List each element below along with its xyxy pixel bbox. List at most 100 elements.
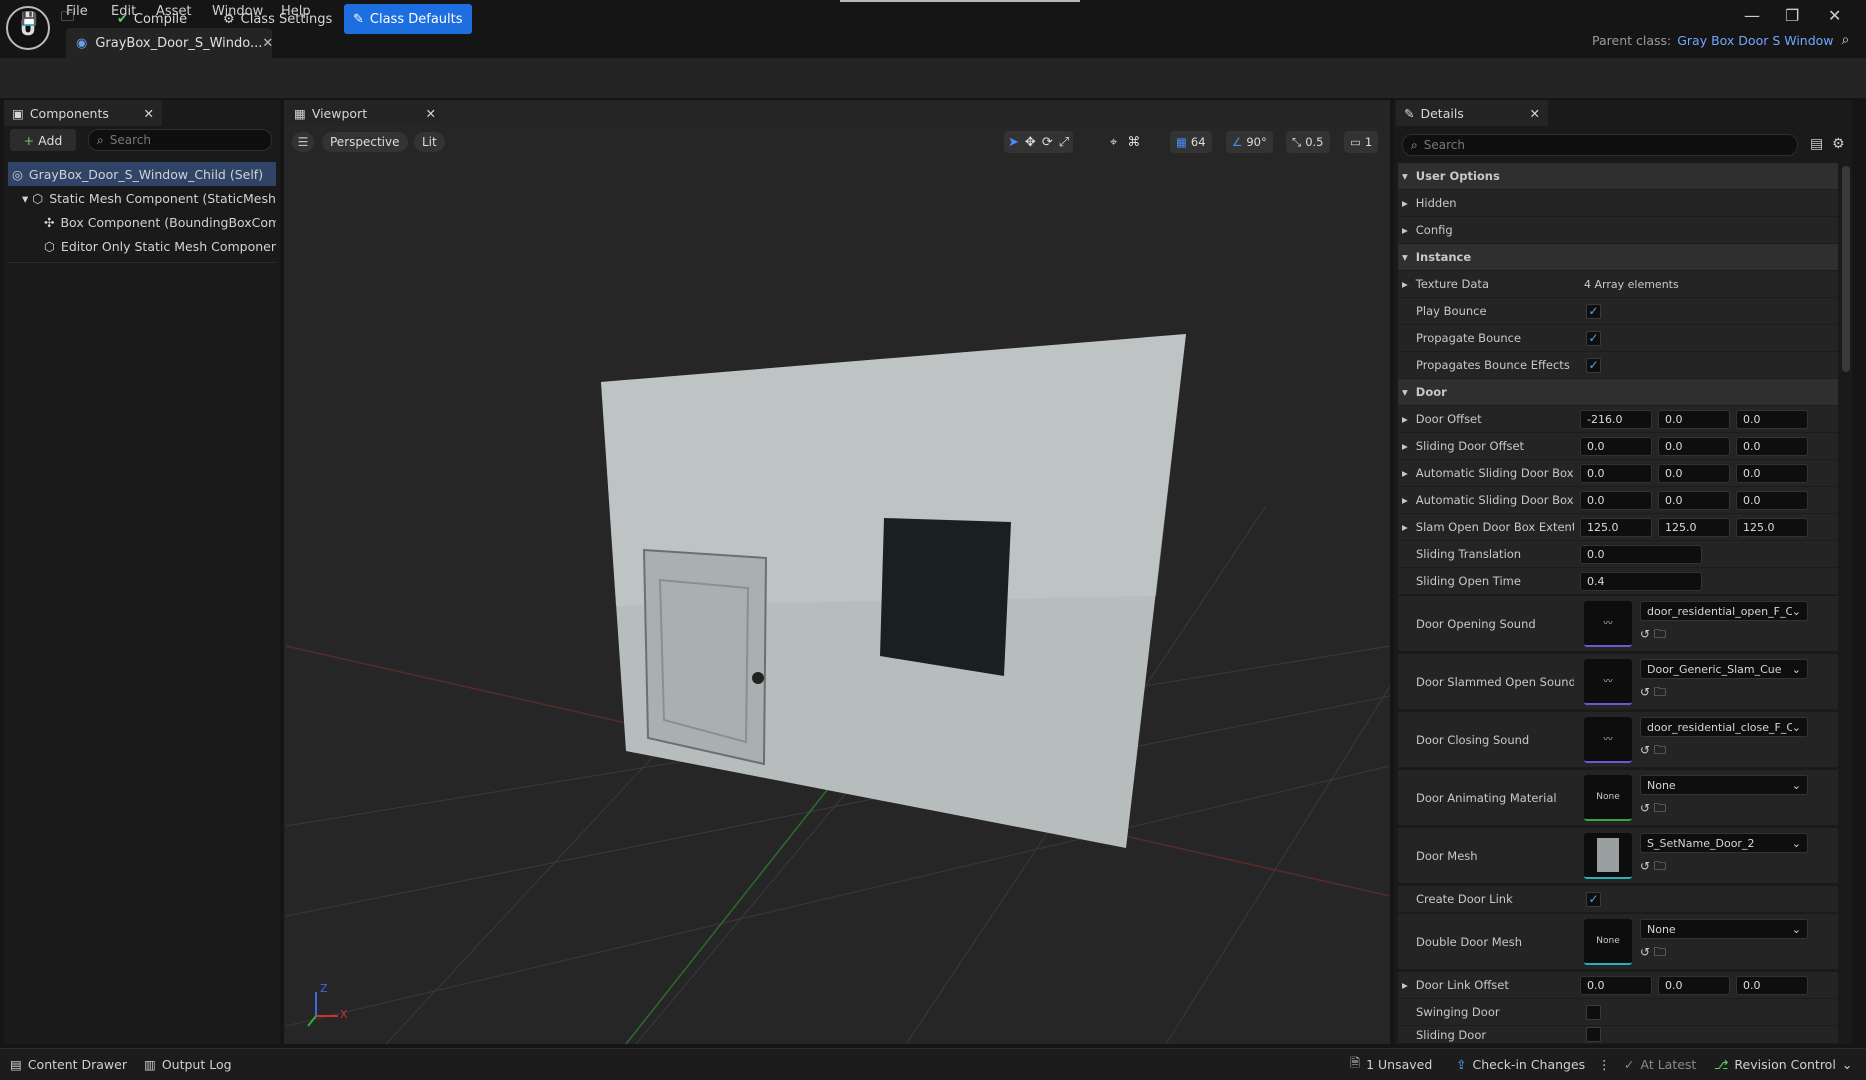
reset-arrow-icon[interactable]: ↺: [1640, 801, 1650, 815]
sliding-door-checkbox[interactable]: [1586, 1027, 1601, 1042]
sliding-door-offset-z[interactable]: 0.0: [1736, 436, 1808, 456]
door-slammed-sound-combo[interactable]: Door_Generic_Slam_Cue ⌄: [1640, 659, 1808, 679]
play-bounce-checkbox[interactable]: ✓: [1586, 303, 1601, 319]
expand-arrow-icon[interactable]: ▸: [1402, 412, 1408, 426]
surface-snap-icon[interactable]: ⌘: [1127, 135, 1140, 150]
propagates-bounce-effects-checkbox[interactable]: ✓: [1586, 357, 1601, 373]
viewport-scene[interactable]: [286, 126, 1390, 1044]
slam-box-x[interactable]: 125.0: [1580, 517, 1652, 537]
tab-viewport[interactable]: ▦ Viewport ✕: [286, 100, 444, 126]
double-door-thumbnail[interactable]: None: [1584, 918, 1632, 965]
browse-folder-icon[interactable]: 🗀: [1654, 627, 1666, 641]
category-user-options[interactable]: ▾ User Options: [1398, 163, 1838, 190]
door-offset-y[interactable]: 0.0: [1658, 409, 1730, 429]
sliding-open-time-input[interactable]: 0.4: [1580, 571, 1702, 591]
table-view-icon[interactable]: ▤: [1810, 136, 1823, 152]
slam-box-z[interactable]: 125.0: [1736, 517, 1808, 537]
door-link-offset-x[interactable]: 0.0: [1580, 975, 1652, 995]
sound-wave-icon[interactable]: 〰: [1584, 600, 1632, 647]
browse-folder-icon[interactable]: 🗀: [1654, 743, 1666, 757]
tab-components[interactable]: ▣ Components ✕: [4, 100, 162, 126]
tree-item-static-mesh[interactable]: ▾ ⬡ Static Mesh Component (StaticMeshC: [22, 186, 276, 210]
reset-arrow-icon[interactable]: ↺: [1640, 743, 1650, 757]
swinging-door-checkbox[interactable]: [1586, 1004, 1601, 1020]
expand-arrow-icon[interactable]: ▸: [1402, 223, 1408, 237]
more-options-icon[interactable]: ⋮: [1598, 1053, 1611, 1075]
material-thumbnail[interactable]: None: [1584, 774, 1632, 821]
auto-box-offset-y[interactable]: 0.0: [1658, 490, 1730, 510]
close-panel-icon[interactable]: ✕: [426, 106, 436, 121]
category-door[interactable]: ▾ Door: [1398, 379, 1838, 406]
tree-item-self[interactable]: ◎ GrayBox_Door_S_Window_Child (Self): [8, 162, 276, 186]
expand-arrow-icon[interactable]: ▸: [1402, 978, 1408, 992]
browse-folder-icon[interactable]: 🗀: [1654, 859, 1666, 873]
expand-arrow-icon[interactable]: ▸: [1402, 439, 1408, 453]
door-link-offset-y[interactable]: 0.0: [1658, 975, 1730, 995]
door-offset-x[interactable]: -216.0: [1580, 409, 1652, 429]
slam-box-y[interactable]: 125.0: [1658, 517, 1730, 537]
components-search-input[interactable]: ⌕ Search: [88, 129, 272, 151]
tree-item-editor-mesh[interactable]: ⬡ Editor Only Static Mesh Component (: [44, 234, 276, 258]
browse-folder-icon[interactable]: 🗀: [1654, 945, 1666, 959]
parent-class-link[interactable]: Gray Box Door S Window: [1677, 33, 1833, 48]
expand-arrow-icon[interactable]: ▸: [1402, 520, 1408, 534]
expand-arrow-icon[interactable]: ▸: [1402, 196, 1408, 210]
sliding-door-offset-y[interactable]: 0.0: [1658, 436, 1730, 456]
create-door-link-checkbox[interactable]: ✓: [1586, 891, 1601, 907]
row-config[interactable]: ▸ Config: [1398, 217, 1838, 244]
add-component-button[interactable]: + Add: [10, 129, 76, 151]
minimize-icon[interactable]: —: [1744, 6, 1760, 25]
door-mesh-combo[interactable]: S_SetName_Door_2 ⌄: [1640, 833, 1808, 853]
select-icon[interactable]: ➤: [1008, 135, 1019, 150]
class-settings-button[interactable]: ⚙ Class Settings: [214, 4, 341, 34]
tree-item-box[interactable]: ✣ Box Component (BoundingBoxComp: [44, 210, 276, 234]
row-hidden[interactable]: ▸ Hidden: [1398, 190, 1838, 217]
browse-folder-icon[interactable]: 🗀: [1654, 801, 1666, 815]
viewport-menu-button[interactable]: ☰: [292, 132, 314, 152]
door-offset-z[interactable]: 0.0: [1736, 409, 1808, 429]
auto-box-extent-y[interactable]: 0.0: [1658, 463, 1730, 483]
browse-folder-icon[interactable]: 🗀: [1654, 685, 1666, 699]
class-defaults-button[interactable]: ✎ Class Defaults: [344, 4, 472, 34]
move-icon[interactable]: ✥: [1025, 135, 1036, 150]
expand-arrow-icon[interactable]: ▸: [1402, 493, 1408, 507]
auto-box-extent-x[interactable]: 0.0: [1580, 463, 1652, 483]
close-tab-icon[interactable]: ✕: [262, 36, 273, 51]
auto-box-offset-z[interactable]: 0.0: [1736, 490, 1808, 510]
expand-arrow-icon[interactable]: ▾: [22, 191, 28, 206]
scale-snap-button[interactable]: ⤡ 0.5: [1286, 131, 1330, 153]
expand-arrow-icon[interactable]: ▸: [1402, 466, 1408, 480]
compile-button[interactable]: ✔ Compile: [108, 4, 196, 34]
revision-control-button[interactable]: ⎇ Revision Control ⌄: [1714, 1053, 1852, 1075]
unsaved-button[interactable]: 🗎 1 Unsaved: [1350, 1053, 1432, 1075]
lit-button[interactable]: Lit: [414, 132, 445, 152]
row-texture-data[interactable]: ▸ Texture Data 4 Array elements: [1398, 271, 1838, 298]
door-animating-material-combo[interactable]: None ⌄: [1640, 775, 1808, 795]
close-panel-icon[interactable]: ✕: [1530, 106, 1540, 121]
output-log-button[interactable]: ▥ Output Log: [144, 1053, 232, 1075]
world-icon[interactable]: ⌖: [1110, 135, 1117, 150]
camera-speed-button[interactable]: ▭ 1: [1344, 131, 1379, 153]
door-closing-sound-combo[interactable]: door_residential_close_F_C ⌄: [1640, 717, 1808, 737]
propagate-bounce-checkbox[interactable]: ✓: [1586, 330, 1601, 346]
tab-details[interactable]: ✎ Details ✕: [1396, 100, 1548, 126]
reset-arrow-icon[interactable]: ↺: [1640, 627, 1650, 641]
reset-arrow-icon[interactable]: ↺: [1640, 859, 1650, 873]
content-drawer-button[interactable]: ▤ Content Drawer: [10, 1053, 127, 1075]
sliding-translation-input[interactable]: 0.0: [1580, 544, 1702, 564]
sliding-door-offset-x[interactable]: 0.0: [1580, 436, 1652, 456]
sound-wave-icon[interactable]: 〰: [1584, 716, 1632, 763]
reset-arrow-icon[interactable]: ↺: [1640, 685, 1650, 699]
auto-box-extent-z[interactable]: 0.0: [1736, 463, 1808, 483]
reset-arrow-icon[interactable]: ↺: [1640, 945, 1650, 959]
door-mesh-thumbnail[interactable]: [1584, 832, 1632, 879]
door-opening-sound-combo[interactable]: door_residential_open_F_Cu ⌄: [1640, 601, 1808, 621]
rotate-icon[interactable]: ⟳: [1042, 135, 1053, 150]
perspective-button[interactable]: Perspective: [322, 132, 408, 152]
save-button[interactable]: 💾: [12, 4, 46, 34]
close-panel-icon[interactable]: ✕: [144, 106, 154, 121]
details-scrollbar[interactable]: [1842, 166, 1850, 372]
settings-gear-icon[interactable]: ⚙: [1832, 136, 1845, 152]
restore-icon[interactable]: ❐: [1785, 6, 1799, 25]
grid-snap-button[interactable]: ▦ 64: [1170, 131, 1212, 153]
